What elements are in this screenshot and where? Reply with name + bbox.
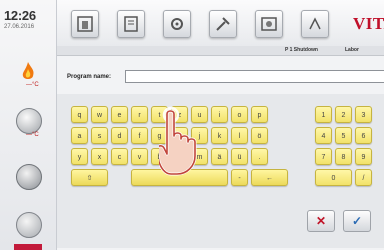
key[interactable]: w	[91, 106, 108, 123]
program-name-dialog: P 1 Shutdown Labor Program name: q w e r…	[57, 46, 384, 250]
gauge-icon	[16, 212, 42, 238]
key[interactable]: p	[251, 106, 268, 123]
key[interactable]: f	[131, 127, 148, 144]
tab-shutdown[interactable]: P 1 Shutdown	[285, 47, 318, 53]
vacuum-temperature: —°C	[26, 132, 39, 138]
numpad-key[interactable]: 8	[335, 148, 352, 165]
key[interactable]: y	[71, 148, 88, 165]
brand-logo: VITA	[353, 14, 384, 33]
numpad-key[interactable]: 3	[355, 106, 372, 123]
key[interactable]: l	[231, 127, 248, 144]
top-toolbar: VITA	[57, 0, 384, 47]
key[interactable]: d	[111, 127, 128, 144]
numpad-key[interactable]: 2	[335, 106, 352, 123]
tab-bar: P 1 Shutdown Labor	[57, 46, 384, 56]
cancel-button[interactable]: ✕	[307, 210, 335, 232]
toolbar-button-media[interactable]	[255, 10, 283, 38]
dash-key[interactable]: -	[231, 169, 248, 186]
numpad-key[interactable]: 0	[315, 169, 352, 186]
key[interactable]: x	[91, 148, 108, 165]
toolbar-button-firing[interactable]	[71, 10, 99, 38]
key[interactable]: a	[71, 127, 88, 144]
numpad-key[interactable]: 1	[315, 106, 332, 123]
numpad-key[interactable]: 7	[315, 148, 332, 165]
key[interactable]: v	[131, 148, 148, 165]
vacuum-icon	[16, 108, 42, 134]
key[interactable]: o	[231, 106, 248, 123]
media-icon	[261, 17, 277, 31]
numpad-key[interactable]: /	[355, 169, 372, 186]
gear-icon	[171, 18, 183, 30]
firing-icon	[77, 16, 93, 32]
numpad-key[interactable]: 5	[335, 127, 352, 144]
ok-button[interactable]: ✓	[343, 210, 371, 232]
flame-icon	[16, 60, 40, 84]
press-icon	[16, 164, 42, 190]
numpad-key[interactable]: 4	[315, 127, 332, 144]
program-icon	[124, 16, 138, 32]
key[interactable]: ü	[231, 148, 248, 165]
backspace-key[interactable]: ←	[251, 169, 288, 186]
info-icon	[309, 17, 321, 30]
key[interactable]: r	[131, 106, 148, 123]
key[interactable]: e	[111, 106, 128, 123]
toolbar-button-settings[interactable]	[163, 10, 191, 38]
program-name-label: Program name:	[67, 74, 112, 80]
tab-labor[interactable]: Labor	[345, 47, 359, 53]
toolbar-button-program[interactable]	[117, 10, 145, 38]
tools-icon	[216, 17, 230, 31]
date: 27.06.2016	[4, 24, 35, 30]
key[interactable]: c	[111, 148, 128, 165]
key[interactable]: s	[91, 127, 108, 144]
numpad-key[interactable]: 6	[355, 127, 372, 144]
key[interactable]: ö	[251, 127, 268, 144]
clock: 12:26	[4, 8, 36, 23]
flame-temperature: —°C	[26, 82, 39, 88]
shift-key[interactable]: ⇧	[71, 169, 108, 186]
numpad-key[interactable]: 9	[355, 148, 372, 165]
sidebar-indicator	[14, 244, 42, 250]
toolbar-button-tools[interactable]	[209, 10, 237, 38]
hand-pointer-icon	[155, 106, 227, 181]
key[interactable]: q	[71, 106, 88, 123]
key[interactable]: .	[251, 148, 268, 165]
toolbar-button-info[interactable]	[301, 10, 329, 38]
program-name-input[interactable]	[125, 70, 384, 83]
status-sidebar: 12:26 27.06.2016 —°C —°C	[0, 0, 57, 250]
